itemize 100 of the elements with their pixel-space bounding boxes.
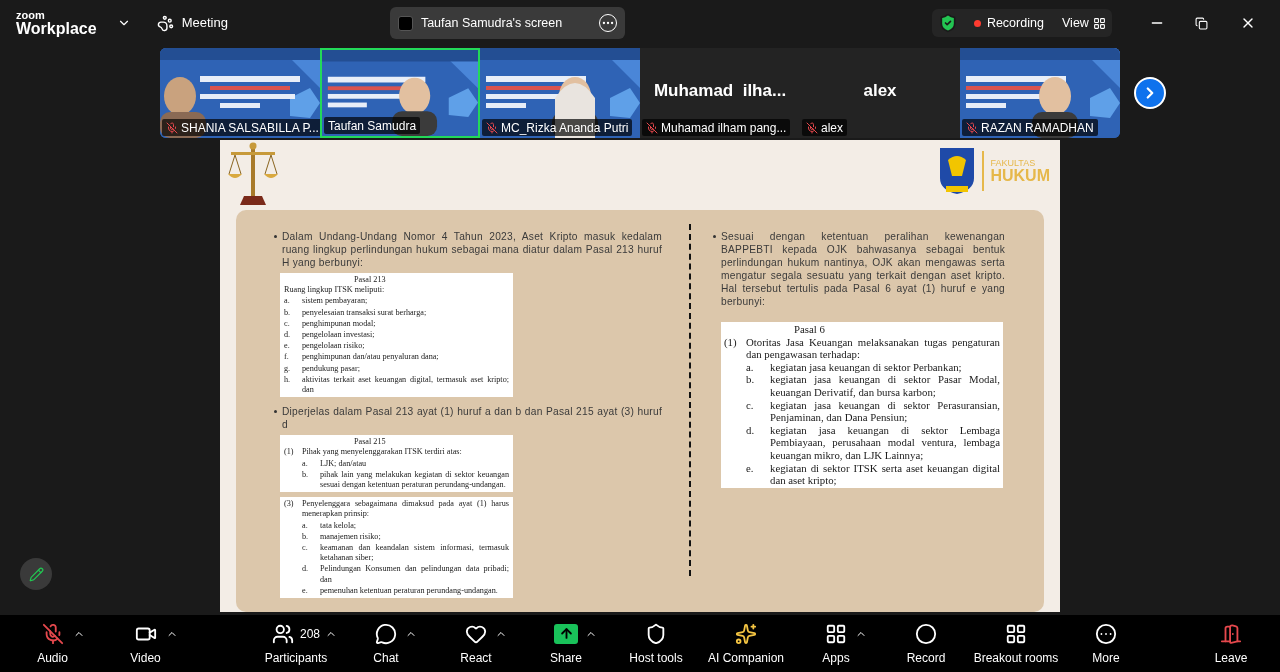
item-letter: a. bbox=[302, 520, 309, 531]
toolbar-button[interactable]: Host tools bbox=[611, 617, 701, 670]
toolbar-button[interactable]: Chat bbox=[341, 617, 431, 670]
toolbar-button[interactable]: Leave bbox=[1201, 617, 1261, 670]
chat-icon bbox=[375, 622, 397, 645]
item-text: sistem pembayaran; bbox=[302, 296, 369, 307]
toolbar-button[interactable]: 208 Participants bbox=[251, 617, 341, 670]
participant-tile[interactable]: RAZAN RAMADHAN bbox=[960, 48, 1120, 138]
bullet-text: Dalam Undang-Undang Nomor 4 Tahun 2023, Aset Kripto masuk kedalam ruang lingkup perlindungan hukum sebagai mana diatur dalam Pasal 213 huruf H yang berbunyi: bbox=[282, 230, 662, 269]
next-page-button[interactable] bbox=[1134, 77, 1166, 109]
clause-text: Otoritas Jasa Keuangan melaksanakan tugas pengaturan dan pengawasan terhadap: bbox=[746, 335, 1000, 361]
item-letter: b. bbox=[302, 531, 310, 543]
toolbar-button[interactable]: Breakout rooms bbox=[971, 617, 1061, 670]
apps-icon bbox=[825, 622, 847, 645]
faculty-label: FAKULTAS bbox=[990, 158, 1037, 168]
participant-name: MC_Rizka Ananda Putri bbox=[501, 119, 629, 137]
item-text: pengelolaan risiko; bbox=[302, 341, 366, 352]
participant-display-name: Muhamad ilha... bbox=[653, 80, 787, 103]
item-letter: c. bbox=[284, 318, 291, 329]
item-letter: h. bbox=[284, 374, 292, 386]
restore-icon[interactable] bbox=[1194, 16, 1208, 30]
item-text: keamanan dan keandalan sistem informasi, termasuk ketahanan siber; bbox=[320, 543, 509, 564]
bullet-text: Sesuai dengan ketentuan peralihan kewenangan BAPPEBTI kepada OJK bahwasanya sebagai bentuk perlindungan hukum nantinya, OJK akan mengawas serta mengatur segala sesuatu yang terkait dengan aset kripto. Hal tersebut tertulis pada Pasal 6 ayat (1) huruf e yang berbunyi: bbox=[721, 230, 1005, 308]
item-text: kegiatan jasa keuangan di sektor Pasar Modal, keuangan Derivatif, dan bursa karbon; bbox=[770, 373, 1000, 399]
toolbar-button[interactable]: Share bbox=[521, 617, 611, 670]
brand-product: Workplace bbox=[16, 20, 97, 37]
grid-icon bbox=[1092, 16, 1106, 30]
record-icon bbox=[915, 622, 937, 645]
clause-text: Pihak yang menyelenggarakan ITSK terdiri atas: bbox=[302, 447, 462, 458]
item-letter: a. bbox=[746, 360, 755, 374]
article-title: Pasal 6 bbox=[794, 323, 826, 336]
brand-name: zoom bbox=[16, 9, 46, 21]
item-text: aktivitas terkait aset keuangan digital, termasuk aset kripto; dan bbox=[302, 374, 509, 396]
shield-icon bbox=[645, 622, 667, 645]
people-icon bbox=[272, 622, 294, 645]
participant-name: alex bbox=[821, 119, 843, 137]
participant-count: 208 bbox=[300, 625, 320, 643]
participant-name: RAZAN RAMADHAN bbox=[981, 119, 1094, 137]
clause-number: (3) bbox=[284, 499, 295, 511]
item-text: tata kelola; bbox=[320, 520, 358, 531]
view-button[interactable]: View bbox=[1062, 13, 1106, 33]
toolbar-button[interactable]: Record bbox=[881, 617, 971, 670]
item-letter: b. bbox=[284, 307, 292, 318]
meeting-button[interactable]: Meeting bbox=[156, 13, 228, 33]
share-indicator[interactable]: Taufan Samudra's screen bbox=[389, 7, 625, 39]
toolbar-button[interactable]: Video bbox=[99, 617, 192, 670]
university-logo-icon bbox=[938, 146, 977, 196]
faculty-name: HUKUM bbox=[990, 167, 1050, 184]
toolbar-button[interactable]: Apps bbox=[791, 617, 881, 670]
more-icon bbox=[1095, 622, 1117, 645]
item-text: penghimpunan dan/atau penyaluran dana; bbox=[302, 352, 440, 363]
participant-tile[interactable]: SHANIA SALSABILLA P... bbox=[160, 48, 320, 138]
item-text: LJK; dan/atau bbox=[320, 458, 368, 469]
clause-text: Penyelenggara sebagaimana dimaksud pada ayat (1) harus menerapkan prinsip: bbox=[302, 499, 509, 520]
recording-label[interactable]: Recording bbox=[986, 13, 1044, 33]
item-letter: d. bbox=[284, 330, 292, 341]
item-text: pemenuhan ketentuan peraturan perundang-undangan. bbox=[320, 585, 499, 597]
item-text: kegiatan di sektor ITSK serta aset keuangan digital dan aset kripto; bbox=[770, 461, 1000, 487]
article-title: Pasal 215 bbox=[354, 437, 387, 448]
screen-icon bbox=[397, 15, 413, 31]
item-letter: d. bbox=[302, 564, 310, 576]
participant-tile[interactable]: Taufan Samudra bbox=[320, 48, 480, 138]
toolbar-button[interactable]: AI Companion bbox=[701, 617, 791, 670]
clause-number: (1) bbox=[724, 335, 738, 350]
participant-tile[interactable]: MC_Rizka Ananda Putri bbox=[480, 48, 640, 138]
item-letter: e. bbox=[284, 341, 291, 352]
item-text: kegiatan jasa keuangan di sektor Perasuransian, Penjaminan, dan Dana Pensiun; bbox=[770, 398, 1000, 424]
scales-of-justice-icon bbox=[228, 142, 278, 205]
grid-icon bbox=[1005, 622, 1027, 645]
item-letter: a. bbox=[284, 296, 291, 307]
participant-name: SHANIA SALSABILLA P... bbox=[181, 119, 319, 137]
article-title: Pasal 213 bbox=[354, 275, 387, 286]
toolbar-button[interactable]: React bbox=[431, 617, 521, 670]
bullet-text: Diperjelas dalam Pasal 213 ayat (1) huruf a dan b dan Pasal 215 ayat (3) huruf d bbox=[282, 405, 662, 432]
item-text: pengelolaan investasi; bbox=[302, 330, 376, 341]
annotate-button[interactable] bbox=[20, 558, 52, 590]
paw-icon bbox=[156, 14, 174, 32]
participant-display-name: alex bbox=[863, 80, 897, 103]
item-letter: e. bbox=[302, 585, 309, 597]
sparkle-icon bbox=[735, 622, 757, 645]
share-icon bbox=[554, 623, 578, 644]
clause-text: Ruang lingkup ITSK meliputi: bbox=[284, 285, 385, 296]
item-text: manajemen risiko; bbox=[320, 531, 382, 543]
toolbar-button[interactable]: Audio bbox=[6, 617, 99, 670]
item-letter: c. bbox=[302, 543, 309, 555]
item-text: kegiatan jasa keuangan di sektor Perbankan; bbox=[770, 360, 963, 374]
item-letter: f. bbox=[284, 352, 290, 363]
toolbar-button[interactable]: More bbox=[1061, 617, 1151, 670]
item-letter: b. bbox=[302, 469, 310, 481]
item-text: penyelesaian transaksi surat berharga; bbox=[302, 307, 428, 318]
item-letter: e. bbox=[746, 461, 755, 476]
item-letter: b. bbox=[746, 373, 756, 388]
item-letter: a. bbox=[302, 458, 309, 469]
pencil-icon bbox=[28, 566, 44, 582]
item-letter: d. bbox=[746, 423, 756, 438]
participant-name: Muhamad ilham pang... bbox=[661, 119, 787, 137]
door-icon bbox=[1220, 622, 1242, 645]
item-text: penghimpunan modal; bbox=[302, 318, 377, 329]
share-label: Taufan Samudra's screen bbox=[420, 14, 564, 32]
item-text: kegiatan jasa keuangan di sektor Lembaga Pembiayaan, perusahaan modal ventura, lembaga keuangan mikro, dan LJK Lainnya; bbox=[770, 423, 1000, 462]
